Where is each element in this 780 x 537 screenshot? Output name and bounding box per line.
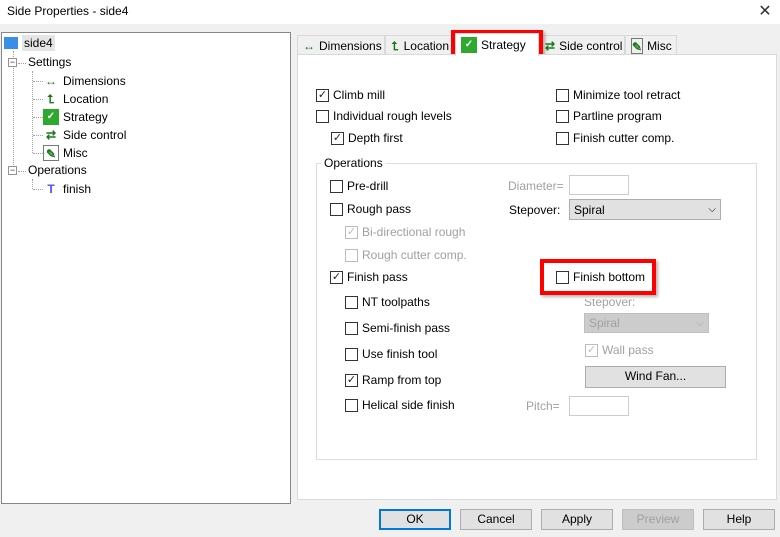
tree-item-strategy[interactable]: ✓ Strategy — [43, 109, 108, 125]
operations-group-label: Operations — [321, 156, 386, 170]
collapse-icon[interactable]: − — [8, 58, 17, 67]
strategy-icon: ✓ — [43, 109, 59, 125]
partline-program-checkbox[interactable]: Partline program — [556, 109, 662, 123]
bi-directional-rough-checkbox[interactable]: ✓ Bi-directional rough — [345, 225, 465, 239]
tool-icon: T — [47, 182, 55, 196]
individual-rough-levels-checkbox[interactable]: Individual rough levels — [316, 109, 452, 123]
collapse-icon[interactable]: − — [8, 166, 17, 175]
window-title: Side Properties - side4 — [7, 4, 129, 18]
side-control-icon: ⇄ — [545, 38, 556, 53]
rough-cutter-comp-checkbox[interactable]: Rough cutter comp. — [345, 248, 467, 262]
pitch-input[interactable] — [569, 396, 629, 416]
tree-item-misc[interactable]: ✎ Misc — [43, 145, 88, 161]
chevron-down-icon: ⌵ — [696, 317, 704, 329]
misc-icon: ✎ — [631, 37, 644, 54]
title-bar: Side Properties - side4 ✕ — [0, 0, 780, 24]
finish-stepover-select[interactable]: Spiral ⌵ — [584, 313, 709, 333]
apply-button[interactable]: Apply — [541, 509, 613, 530]
tree-item-location[interactable]: ⮤ Location — [43, 91, 108, 107]
diameter-label: Diameter= — [508, 179, 564, 193]
minimize-tool-retract-checkbox[interactable]: Minimize tool retract — [556, 88, 680, 102]
side-control-icon: ⇄ — [45, 128, 57, 142]
nt-toolpaths-checkbox[interactable]: NT toolpaths — [345, 295, 430, 309]
ok-button[interactable]: OK — [379, 509, 451, 530]
tree-item-side-control[interactable]: ⇄ Side control — [43, 127, 126, 143]
pitch-label: Pitch= — [526, 399, 560, 413]
helical-side-finish-checkbox[interactable]: Helical side finish — [345, 398, 455, 412]
preview-button[interactable]: Preview — [622, 509, 694, 530]
semi-finish-pass-checkbox[interactable]: Semi-finish pass — [345, 321, 450, 335]
stepover-label: Stepover: — [509, 203, 561, 217]
settings-tree[interactable]: side4 − Settings ↔ Dimensions ⮤ Location ✓… — [1, 32, 291, 504]
location-icon: ⮤ — [47, 92, 55, 106]
tree-item-dimensions[interactable]: ↔ Dimensions — [43, 73, 126, 89]
diameter-input[interactable] — [569, 175, 629, 195]
strategy-icon: ✓ — [461, 37, 477, 53]
tab-dimensions[interactable]: ↔ Dimensions — [297, 35, 385, 55]
climb-mill-checkbox[interactable]: ✓ Climb mill — [316, 88, 385, 102]
tab-location[interactable]: ⮤ Location — [385, 35, 455, 55]
pre-drill-checkbox[interactable]: Pre-drill — [330, 179, 388, 193]
finish-cutter-comp-checkbox[interactable]: Finish cutter comp. — [556, 131, 674, 145]
use-finish-tool-checkbox[interactable]: Use finish tool — [345, 347, 437, 361]
dimensions-icon: ↔ — [45, 74, 57, 88]
part-icon — [4, 37, 18, 49]
help-button[interactable]: Help — [703, 509, 775, 530]
chevron-down-icon: ⌵ — [708, 204, 716, 215]
rough-pass-checkbox[interactable]: Rough pass — [330, 202, 411, 216]
tab-side-control[interactable]: ⇄ Side control — [539, 35, 625, 55]
dimensions-icon: ↔ — [303, 38, 315, 53]
location-icon: ⮤ — [391, 38, 399, 53]
stepover-select[interactable]: Spiral ⌵ — [569, 199, 721, 220]
tree-node-side4[interactable]: side4 — [4, 35, 55, 51]
ramp-from-top-checkbox[interactable]: ✓ Ramp from top — [345, 373, 441, 387]
finish-pass-checkbox[interactable]: ✓ Finish pass — [330, 270, 408, 284]
tab-strategy[interactable]: ✓ Strategy — [455, 33, 539, 56]
tab-misc[interactable]: ✎ Misc — [625, 35, 677, 55]
tree-item-finish[interactable]: Tfinish — [43, 181, 91, 197]
tree-node-operations[interactable]: Operations — [28, 163, 87, 177]
tree-node-settings[interactable]: Settings — [28, 55, 71, 69]
wall-pass-checkbox[interactable]: ✓ Wall pass — [585, 343, 654, 357]
cancel-button[interactable]: Cancel — [460, 509, 532, 530]
close-icon[interactable]: ✕ — [755, 1, 775, 21]
misc-icon: ✎ — [43, 145, 59, 161]
depth-first-checkbox[interactable]: ✓ Depth first — [331, 131, 403, 145]
wind-fan-button[interactable]: Wind Fan... — [585, 366, 726, 388]
finish-bottom-checkbox[interactable]: Finish bottom — [556, 270, 645, 284]
